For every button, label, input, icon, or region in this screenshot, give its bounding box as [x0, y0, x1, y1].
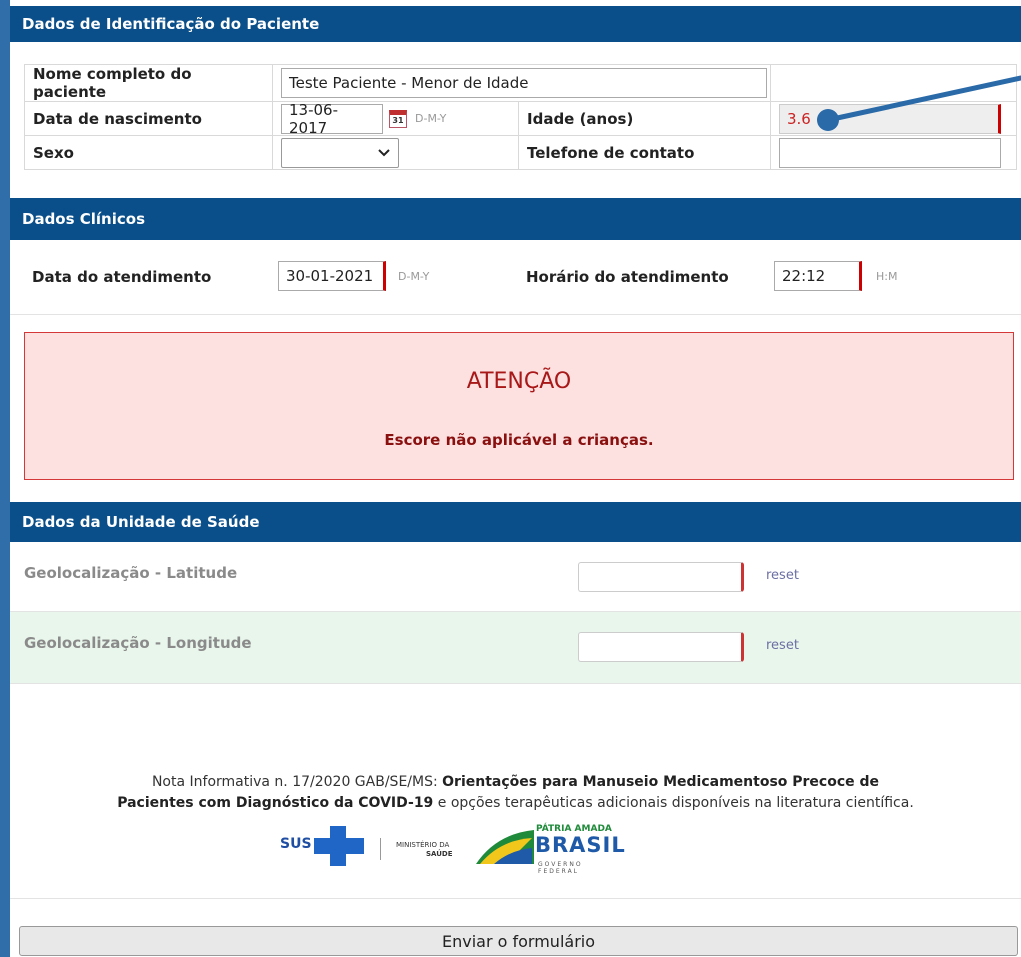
nascimento-cell: 13-06-2017 31 D-M-Y: [272, 100, 519, 137]
ministerio-text-2: SAÚDE: [426, 850, 453, 858]
brasil-text: BRASIL: [535, 833, 626, 857]
idade-label: Idade (anos): [518, 101, 771, 136]
nome-value: Teste Paciente - Menor de Idade: [289, 74, 529, 92]
nota-suffix: e opções terapêuticas adicionais disponí…: [433, 795, 914, 811]
time-format-hint: H:M: [876, 270, 898, 283]
telefone-cell: [770, 135, 1017, 170]
longitude-label: Geolocalização - Longitude: [24, 634, 252, 652]
idade-value: 3.6: [787, 109, 811, 128]
atendimento-row: Data do atendimento 30-01-2021 D-M-Y Hor…: [10, 240, 1021, 315]
sexo-label: Sexo: [24, 135, 273, 170]
latitude-label: Geolocalização - Latitude: [24, 564, 238, 582]
longitude-input[interactable]: [578, 632, 744, 662]
latitude-input[interactable]: [578, 562, 744, 592]
horario-label: Horário do atendimento: [526, 268, 729, 286]
annotation-pointer: [817, 75, 1021, 131]
sexo-select[interactable]: [281, 137, 399, 168]
nota-bold-1: Orientações para Manuseio Medicamentoso …: [442, 774, 880, 790]
nascimento-value: 13-06-2017: [289, 100, 338, 137]
logo-divider: [380, 838, 381, 860]
nome-input[interactable]: Teste Paciente - Menor de Idade: [281, 68, 767, 98]
nascimento-input[interactable]: 13-06-2017: [281, 100, 383, 137]
ministerio-text-1: MINISTÉRIO DA: [396, 841, 450, 849]
telefone-label: Telefone de contato: [518, 135, 771, 170]
nome-cell: Teste Paciente - Menor de Idade: [272, 64, 771, 102]
telefone-input[interactable]: [779, 137, 1001, 168]
latitude-row: Geolocalização - Latitude reset: [10, 542, 1021, 612]
section-header-clinicos: Dados Clínicos: [10, 198, 1021, 240]
governo-federal-text: GOVERNO FEDERAL: [538, 861, 583, 875]
nota-informativa: Nota Informativa n. 17/2020 GAB/SE/MS: O…: [10, 772, 1021, 814]
date-format-hint: D-M-Y: [415, 112, 447, 125]
table-row: Sexo Telefone de contato: [24, 135, 1017, 170]
nota-prefix: Nota Informativa n. 17/2020 GAB/SE/MS:: [151, 774, 443, 790]
section-header-identificacao: Dados de Identificação do Paciente: [10, 6, 1021, 42]
chevron-down-icon: [378, 148, 390, 156]
date-format-hint: D-M-Y: [398, 270, 430, 283]
section-title: Dados de Identificação do Paciente: [22, 15, 320, 33]
section-header-unidade: Dados da Unidade de Saúde: [10, 502, 1021, 542]
latitude-reset-link[interactable]: reset: [766, 568, 799, 583]
nota-bold-2: Pacientes com Diagnóstico da COVID-19: [117, 795, 434, 811]
data-atendimento-input[interactable]: 30-01-2021: [278, 261, 386, 291]
data-atendimento-value: 30-01-2021: [286, 267, 374, 285]
longitude-reset-link[interactable]: reset: [766, 638, 799, 653]
sus-cross-icon: [314, 826, 364, 866]
alert-message: Escore não aplicável a crianças.: [384, 431, 654, 449]
calendar-icon[interactable]: 31: [389, 109, 407, 128]
data-atendimento-label: Data do atendimento: [32, 268, 212, 286]
sexo-cell: [272, 135, 519, 170]
longitude-row: Geolocalização - Longitude reset: [10, 612, 1021, 684]
nome-label: Nome completo do paciente: [24, 64, 273, 102]
brasil-flag-icon: [476, 830, 534, 864]
section-title: Dados Clínicos: [22, 210, 146, 228]
horario-value: 22:12: [782, 267, 826, 285]
nascimento-label: Data de nascimento: [24, 101, 273, 136]
footer-divider: [10, 898, 1021, 899]
alert-box: ATENÇÃO Escore não aplicável a crianças.: [24, 332, 1014, 480]
submit-button[interactable]: Enviar o formulário: [19, 926, 1018, 956]
alert-title: ATENÇÃO: [466, 369, 572, 394]
horario-input[interactable]: 22:12: [774, 261, 862, 291]
section-title: Dados da Unidade de Saúde: [22, 513, 260, 531]
government-logos: SUS MINISTÉRIO DA SAÚDE PÁTRIA AMADA BRA…: [280, 824, 625, 875]
sus-logo-text: SUS: [280, 836, 312, 852]
